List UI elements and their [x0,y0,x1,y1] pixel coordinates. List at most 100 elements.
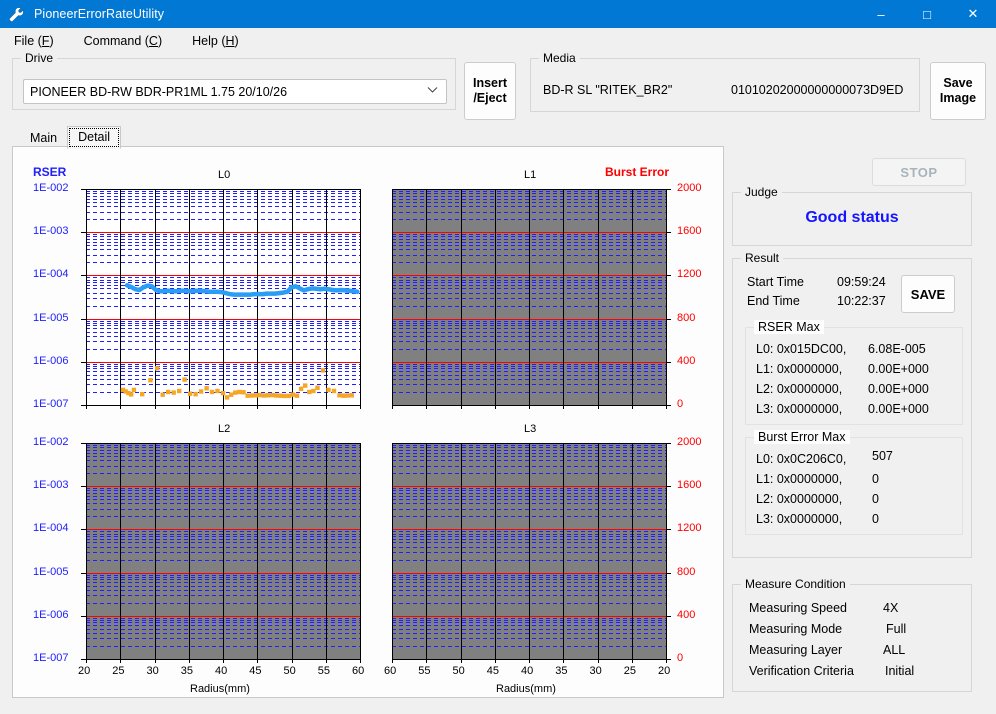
rser-max-row-l0-value: 6.08E-005 [868,342,926,356]
rser-max-row-l2-layer: L2: 0x0000000, [756,382,843,396]
burst-max-row-l1-layer: L1: 0x0000000, [756,472,843,486]
close-button[interactable]: ✕ [950,0,996,28]
save-image-button[interactable]: Save Image [930,62,986,120]
judge-status-value: Good status [805,209,899,226]
burst-max-row-l1-value: 0 [872,472,879,486]
save-button[interactable]: SAVE [901,275,955,313]
burst-max-row-l2-value: 0 [872,492,879,506]
y-tick-left-1-3: 1E-005 [33,565,69,578]
x-tick-l2-8: 60 [352,665,365,677]
y-tick-left-1-5: 1E-007 [33,652,69,664]
minimize-button[interactable]: – [858,0,904,28]
menu-item-file[interactable]: File (F) [10,32,58,50]
x-tick-l3-7: 25 [623,665,636,677]
y-tick-right-0-2: 1200 [677,268,702,281]
y-tick-right-1-1: 1600 [677,479,702,492]
judge-group-label: Judge [741,185,782,199]
measuring-speed-label: Measuring Speed [749,601,847,615]
x-tick-l2-3: 35 [180,665,193,677]
y-tick-right-0-3: 800 [677,311,696,324]
chart-title-l1: L1 [524,169,537,181]
result-group: Result Start Time 09:59:24 End Time 10:2… [732,251,972,558]
y-tick-right-1-3: 800 [677,565,696,578]
y-tick-left-0-4: 1E-006 [33,354,69,367]
chart-area: RSER Burst Error L0 L1 L2 L3 1E-002 1E-003 1E-00… [13,147,723,697]
menu-command-accel: C [148,34,158,48]
x-tick-l3-4: 40 [521,665,534,677]
verification-criteria-label: Verification Criteria [749,664,854,678]
chart-title-l3: L3 [524,423,537,435]
burst-max-row-l0-value: 507 [872,449,893,463]
y-tick-left-0-0: 1E-002 [33,182,69,194]
x-tick-l3-1: 55 [418,665,431,677]
menu-help-label: Help [192,34,218,48]
drive-select[interactable]: PIONEER BD-RW BDR-PR1ML 1.75 20/10/26 [23,79,447,104]
judge-group: Judge Good status [732,185,972,246]
x-tick-l2-0: 20 [78,665,91,677]
window-controls: – □ ✕ [858,0,996,28]
x-tick-l2-7: 55 [317,665,330,677]
y-tick-right-1-2: 1200 [677,522,702,535]
right-panel: STOP Judge Good status Result Start Time… [732,146,986,698]
rser-max-row-l3-value: 0.00E+000 [868,402,929,416]
measure-condition-group: Measure Condition Measuring Speed 4X Mea… [732,577,972,692]
y-tick-left-1-4: 1E-006 [33,608,69,621]
burst-error-max-label: Burst Error Max [754,430,850,444]
chart-title-l2: L2 [218,423,231,435]
drive-selected-value: PIONEER BD-RW BDR-PR1ML 1.75 20/10/26 [30,84,288,99]
menu-help-accel: H [225,34,235,48]
y-tick-right-0-0: 2000 [677,182,702,194]
x-tick-l3-2: 50 [452,665,465,677]
y-tick-left-0-5: 1E-007 [33,398,69,410]
y-tick-left-0-2: 1E-004 [33,268,69,281]
rser-max-row-l0-layer: L0: 0x015DC00, [756,342,847,356]
detail-panel: RSER Burst Error L0 L1 L2 L3 1E-002 1E-003 1E-00… [12,146,724,698]
x-tick-l3-8: 20 [658,665,671,677]
insert-eject-button[interactable]: Insert /Eject [464,62,516,120]
x-tick-l3-5: 35 [555,665,568,677]
x-axis-label-right: Radius(mm) [496,683,556,695]
measure-condition-label: Measure Condition [741,577,850,591]
measuring-speed-value: 4X [883,601,899,615]
x-tick-l2-2: 30 [146,665,159,677]
tab-detail[interactable]: Detail [67,126,122,149]
verification-criteria-value: Initial [885,664,915,678]
y-tick-left-1-2: 1E-004 [33,522,69,535]
y-tick-right-0-4: 400 [677,354,696,367]
end-time-value: 10:22:37 [837,294,886,308]
wrench-icon [2,0,30,28]
measuring-mode-label: Measuring Mode [749,622,843,636]
menu-file-label: File [14,34,35,48]
x-tick-l3-3: 45 [486,665,499,677]
media-type-value: BD-R SL "RITEK_BR2" [543,83,673,97]
rser-max-row-l1-layer: L1: 0x0000000, [756,362,843,376]
menu-file-accel: F [41,34,50,48]
menu-item-help[interactable]: Help (H) [188,32,243,50]
chevron-down-icon [427,86,438,97]
x-axis-label-left: Radius(mm) [190,683,250,695]
insert-eject-line1: Insert [472,76,508,90]
rser-axis-title: RSER [33,165,67,179]
measuring-layer-value: ALL [883,643,906,657]
start-time-value: 09:59:24 [837,275,886,289]
x-tick-l2-5: 45 [249,665,262,677]
menu-item-command[interactable]: Command (C) [80,32,167,50]
stop-button[interactable]: STOP [872,158,966,186]
measuring-layer-label: Measuring Layer [749,643,843,657]
window-title: PioneerErrorRateUtility [34,7,165,21]
y-tick-left-1-1: 1E-003 [33,479,69,492]
burst-max-row-l0-layer: L0: 0x0C206C0, [756,452,847,466]
burst-max-row-l2-layer: L2: 0x0000000, [756,492,843,506]
media-id-value: 01010202000000000073D9ED [731,83,904,97]
drive-group: Drive PIONEER BD-RW BDR-PR1ML 1.75 20/10… [12,51,456,110]
x-tick-l2-6: 50 [283,665,296,677]
rser-max-group: RSER Max L0: 0x015DC00, 6.08E-005 L1: 0x… [745,320,963,425]
media-group: Media BD-R SL "RITEK_BR2" 01010202000000… [530,51,920,112]
menu-bar: File (F) Command (C) Help (H) [0,28,996,54]
x-tick-l3-0: 60 [384,665,397,677]
burst-error-axis-title: Burst Error [605,165,670,179]
start-time-label: Start Time [747,275,804,289]
y-tick-left-0-3: 1E-005 [33,311,69,324]
insert-eject-line2: /Eject [473,91,507,105]
maximize-button[interactable]: □ [904,0,950,28]
